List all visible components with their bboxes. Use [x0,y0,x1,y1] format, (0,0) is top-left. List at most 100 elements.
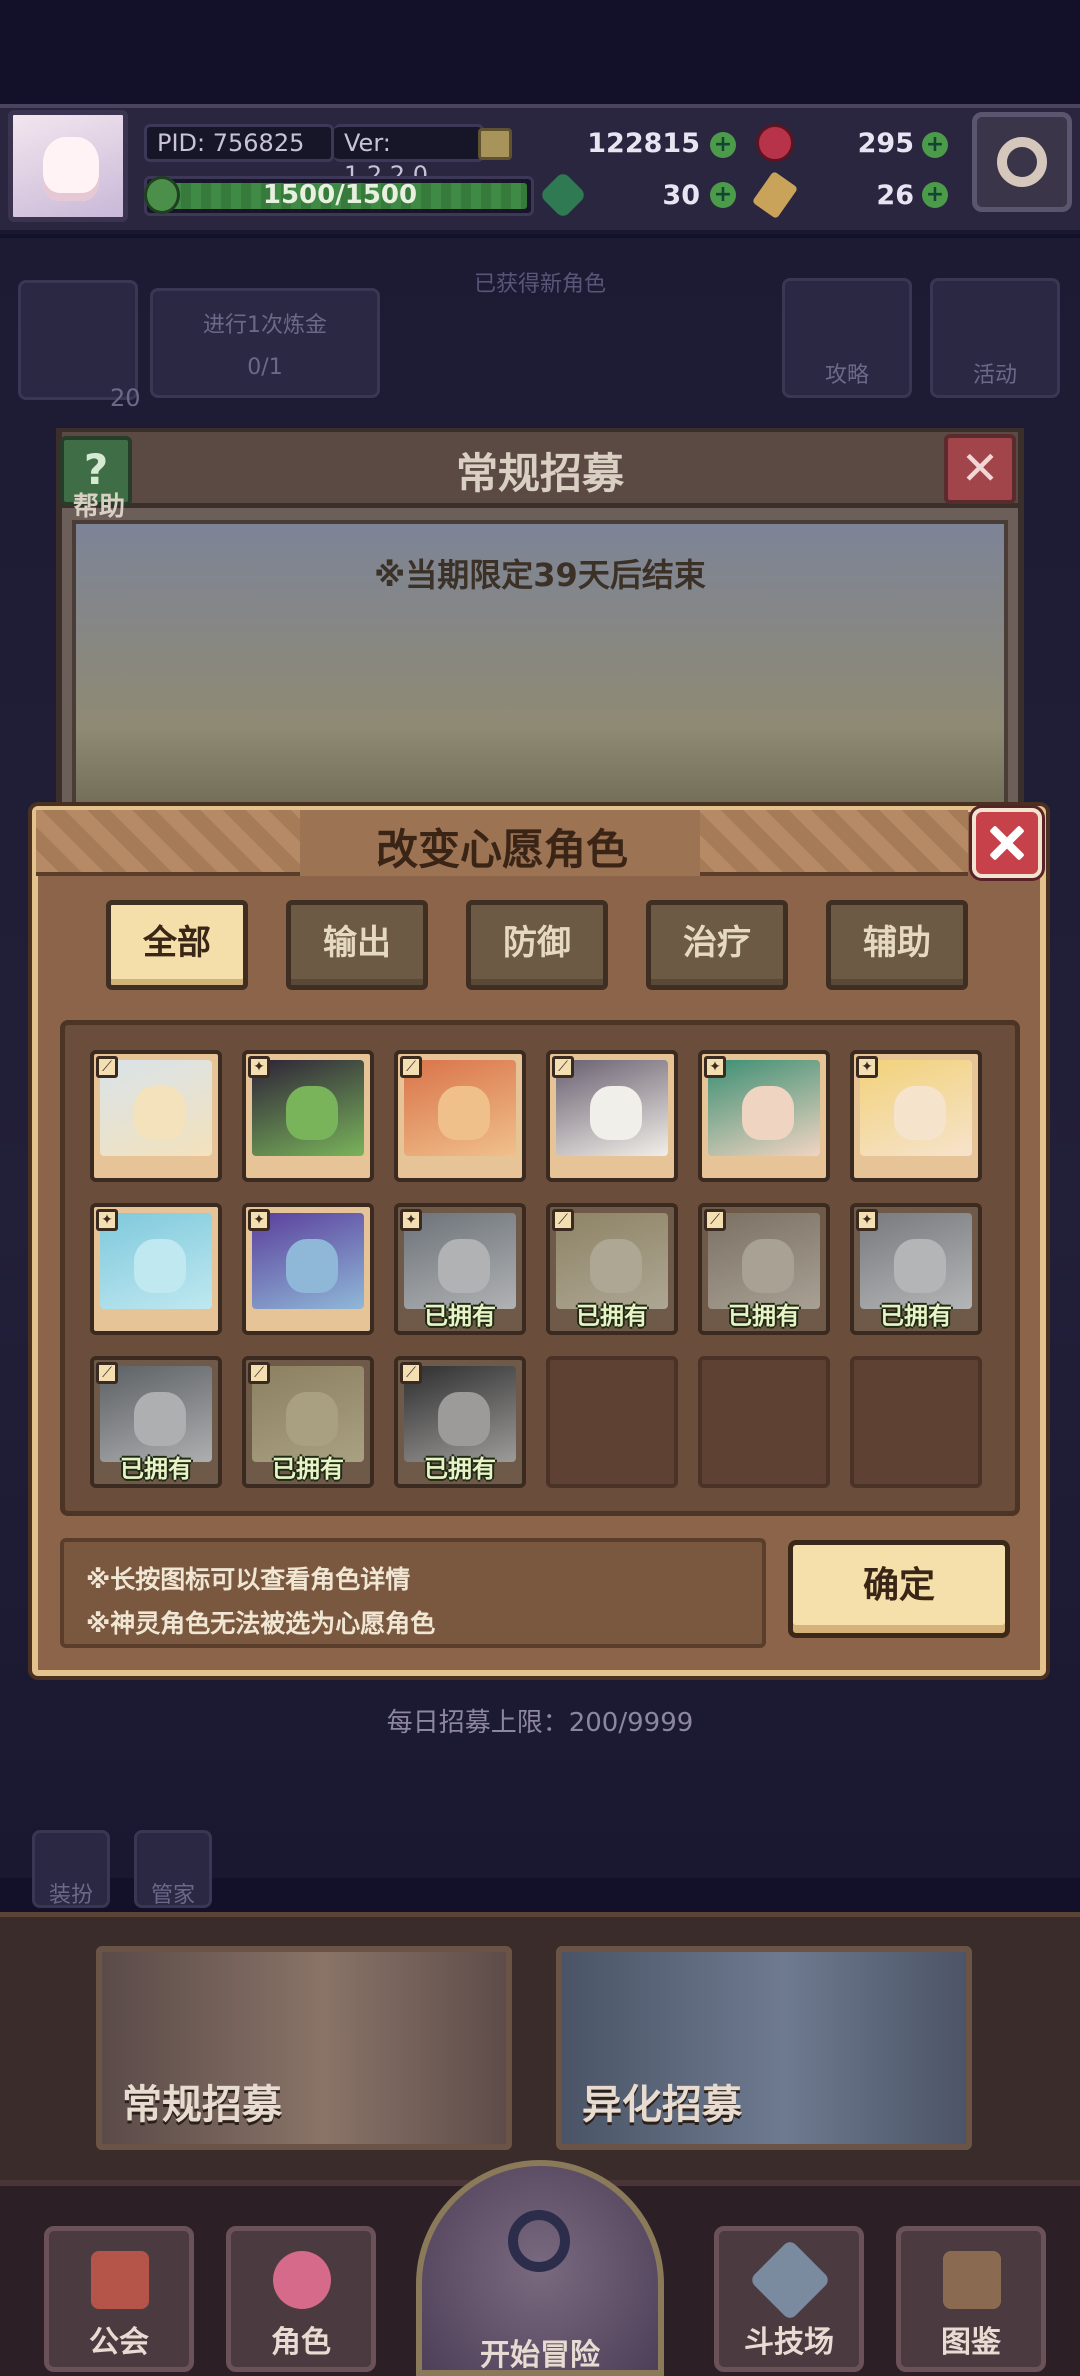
help-label: 帮助 [72,492,125,522]
character-slot[interactable]: ✦ [850,1050,982,1182]
dialog-close-button[interactable] [972,808,1042,878]
tab-heal[interactable]: 治疗 [646,900,788,990]
character-face [438,1086,490,1140]
task-progress: 0/1 [247,355,283,380]
version-label: Ver: 1.2.2.0 [334,124,484,189]
sword-icon: ⟋ [96,1056,118,1078]
add-key-button[interactable]: + [922,182,948,208]
tab-all[interactable]: 全部 [106,900,248,990]
character-slot[interactable]: ⟋ [394,1050,526,1182]
empty-slot [546,1356,678,1488]
sword-icon: ⟋ [704,1209,726,1231]
sword-icon: ⟋ [96,1362,118,1384]
activity-button: 活动 [930,278,1060,398]
dress-up-button: 装扮 [32,1830,110,1908]
dress-up-label: 装扮 [48,1883,93,1908]
add-gold-button[interactable]: + [710,132,736,158]
confirm-button[interactable]: 确定 [788,1540,1010,1638]
crossed-swords-icon [748,2238,832,2322]
owned-label: 已拥有 [728,1302,800,1330]
gem-icon [756,124,794,162]
character-slot[interactable]: ✦ [90,1203,222,1335]
owned-label: 已拥有 [272,1455,344,1483]
sword-icon: ⟋ [248,1362,270,1384]
add-gem-button[interactable]: + [922,132,948,158]
notes-box: ※长按图标可以查看角色详情 ※神灵角色无法被选为心愿角色 [60,1538,766,1648]
strategy-button: 攻略 [782,278,912,398]
character-slot[interactable]: ⟋ 已拥有 [698,1203,830,1335]
character-face [590,1239,642,1293]
character-slot[interactable]: ⟋ 已拥有 [546,1203,678,1335]
owned-label: 已拥有 [120,1455,192,1483]
character-slot[interactable]: ✦ 已拥有 [394,1203,526,1335]
character-slot[interactable]: ⟋ 已拥有 [242,1356,374,1488]
note-long-press: ※长按图标可以查看角色详情 [86,1565,411,1594]
butler-label: 管家 [150,1883,195,1908]
star-icon: ✦ [248,1056,270,1078]
empty-slot [698,1356,830,1488]
tab-support[interactable]: 辅助 [826,900,968,990]
gold-coin-icon [478,128,512,160]
recruit-title: 常规招募 [455,449,624,498]
character-face [742,1086,794,1140]
character-slot[interactable]: ✦ [698,1050,830,1182]
ticker-text: 已获得新角色 [473,272,606,297]
strategy-label: 攻略 [824,363,869,388]
character-slot[interactable]: ⟋ [546,1050,678,1182]
tab-defense[interactable]: 防御 [466,900,608,990]
character-slot[interactable]: ✦ [242,1050,374,1182]
level-badge: 20 [110,384,141,412]
stamina-value: 1500/1500 [262,180,418,210]
recruit-close-button[interactable]: ✕ [944,434,1016,504]
character-face [742,1239,794,1293]
gem-value: 295 [857,128,914,159]
normal-recruit-banner[interactable]: 常规招募 [96,1946,512,2150]
owned-label: 已拥有 [576,1302,648,1330]
empty-slot [850,1356,982,1488]
tab-label: 防御 [503,923,571,963]
character-slot[interactable]: ✦ 已拥有 [850,1203,982,1335]
character-face [438,1392,490,1446]
star-icon: ✦ [248,1209,270,1231]
tab-output[interactable]: 输出 [286,900,428,990]
alchemy-icon [18,280,138,400]
owned-label: 已拥有 [424,1302,496,1330]
star-icon: ✦ [96,1209,118,1231]
sword-icon: ⟋ [400,1056,422,1078]
add-clover-button[interactable]: + [710,182,736,208]
tab-label: 输出 [323,923,391,963]
tab-label: 全部 [143,923,211,963]
nav-codex[interactable]: 图鉴 [896,2226,1046,2372]
nav-guild[interactable]: 公会 [44,2226,194,2372]
sword-icon: ⟋ [552,1056,574,1078]
character-face [134,1239,186,1293]
mutant-recruit-banner[interactable]: 异化招募 [556,1946,972,2150]
character-slot[interactable]: ⟋ [90,1050,222,1182]
nav-character[interactable]: 角色 [226,2226,376,2372]
owned-label: 已拥有 [880,1302,952,1330]
character-face [286,1392,338,1446]
player-avatar[interactable] [8,110,128,222]
settings-button[interactable] [972,112,1072,212]
close-icon: ✕ [960,441,1000,495]
task-card: 进行1次炼金 0/1 [150,288,380,398]
stamina-icon [144,176,180,214]
character-slot[interactable]: ⟋ 已拥有 [394,1356,526,1488]
star-icon: ✦ [856,1209,878,1231]
banner-label: 常规招募 [122,2082,282,2128]
character-slot[interactable]: ⟋ 已拥有 [90,1356,222,1488]
tab-label: 辅助 [863,923,931,963]
activity-label: 活动 [972,363,1017,388]
sword-icon: ⟋ [400,1362,422,1384]
character-face [438,1239,490,1293]
character-icon [273,2251,331,2309]
character-face [286,1239,338,1293]
character-slot[interactable]: ✦ [242,1203,374,1335]
codex-icon [943,2251,1001,2309]
nav-label: 角色 [271,2325,331,2360]
dialog-title: 改变心愿角色 [375,825,628,874]
nav-arena[interactable]: 斗技场 [714,2226,864,2372]
character-face [894,1239,946,1293]
character-face [590,1086,642,1140]
note-deity: ※神灵角色无法被选为心愿角色 [86,1609,436,1638]
